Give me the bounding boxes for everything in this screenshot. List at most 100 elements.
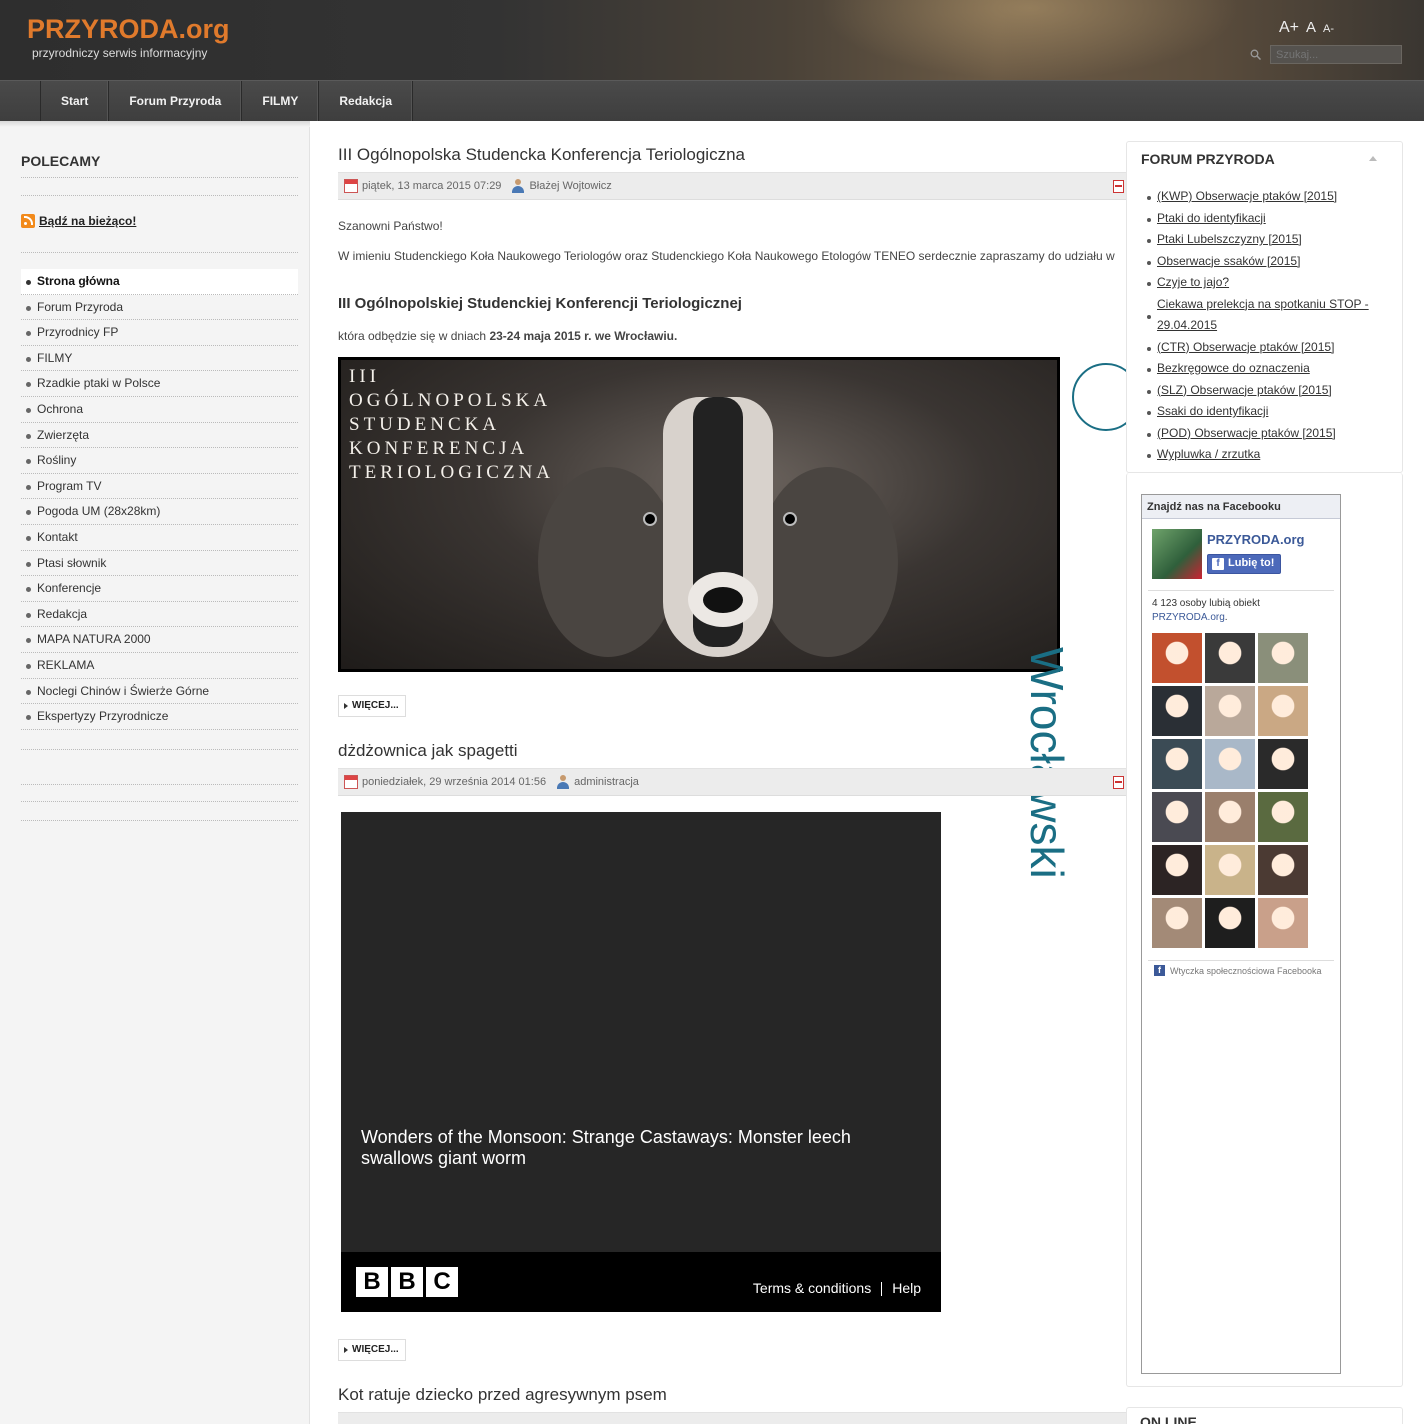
collapse-icon[interactable] [1369,156,1377,161]
sidebar-item-kontakt[interactable]: Kontakt [21,525,298,551]
forum-topic: Bezkręgowce do oznaczenia [1147,358,1387,380]
sidebar-item-program-tv[interactable]: Program TV [21,474,298,500]
fan-avatar[interactable] [1205,686,1255,736]
font-bigger-button[interactable]: A+ [1279,19,1299,37]
forum-topic-link[interactable]: Bezkręgowce do oznaczenia [1157,361,1310,375]
sidebar-item-ptasi-slownik[interactable]: Ptasi słownik [21,551,298,577]
article-meta: piątek, 13 marca 2015 07:29 Błażej Wojto… [338,172,1126,200]
article-date-bold: 23-24 maja 2015 r. we Wrocławiu. [489,329,678,343]
divider [21,177,298,178]
sidebar-item-filmy[interactable]: FILMY [21,346,298,372]
like-button[interactable]: Lubię to! [1207,554,1282,574]
font-reset-button[interactable]: A [1306,19,1316,36]
fan-avatar[interactable] [1205,898,1255,948]
fan-avatar[interactable] [1205,633,1255,683]
fan-avatar[interactable] [1205,792,1255,842]
pdf-icon[interactable] [1113,180,1124,193]
nav-item-filmy[interactable]: FILMY [242,81,320,121]
sidebar-item-zwierzeta[interactable]: Zwierzęta [21,423,298,449]
sidebar-item-rzadkie-ptaki[interactable]: Rzadkie ptaki w Polsce [21,371,298,397]
font-smaller-button[interactable]: A- [1323,23,1334,35]
forum-topic-link[interactable]: Ptaki do identyfikacji [1157,211,1266,225]
sidebar-item-pogoda[interactable]: Pogoda UM (28x28km) [21,499,298,525]
fan-avatar[interactable] [1258,686,1308,736]
article-meta [338,1412,1126,1424]
video-footer: B B C Terms & conditions Help [341,1252,941,1312]
facebook-plugin-note[interactable]: f Wtyczka społecznościowa Facebooka [1154,965,1322,976]
calendar-icon [344,179,358,193]
article-author: administracja [574,776,639,788]
help-link[interactable]: Help [892,1280,921,1296]
forum-topic-link[interactable]: Ptaki Lubelszczyzny [2015] [1157,232,1302,246]
fan-avatar[interactable] [1258,739,1308,789]
fan-avatar[interactable] [1152,898,1202,948]
sidebar-item-konferencje[interactable]: Konferencje [21,576,298,602]
page-thumbnail[interactable] [1152,529,1202,579]
pdf-icon[interactable] [1113,776,1124,789]
article-title[interactable]: dżdżownica jak spagetti [338,741,518,761]
fan-avatar[interactable] [1258,845,1308,895]
sidebar-item-redakcja[interactable]: Redakcja [21,602,298,628]
fan-avatar[interactable] [1205,739,1255,789]
fan-avatar[interactable] [1152,792,1202,842]
fan-avatar[interactable] [1258,792,1308,842]
sidebar-item-rosliny[interactable]: Rośliny [21,448,298,474]
sidebar-item-przyrodnicy-fp[interactable]: Przyrodnicy FP [21,320,298,346]
fan-avatar[interactable] [1258,633,1308,683]
fan-avatar[interactable] [1205,845,1255,895]
nav-item-forum[interactable]: Forum Przyroda [109,81,243,121]
calendar-icon [344,775,358,789]
sidebar-item-noclegi[interactable]: Noclegi Chinów i Świerże Górne [21,679,298,705]
terms-link[interactable]: Terms & conditions [753,1280,871,1296]
forum-topic-link[interactable]: Wypluwka / zrzutka [1157,447,1260,461]
article-title[interactable]: III Ogólnopolska Studencka Konferencja T… [338,145,745,165]
embedded-video[interactable]: Wonders of the Monsoon: Strange Castaway… [341,812,941,1312]
nav-item-start[interactable]: Start [41,81,110,121]
divider [21,801,298,802]
fan-avatar[interactable] [1152,686,1202,736]
university-seal-icon [1072,363,1126,431]
rss-link[interactable]: Bądź na bieżąco! [21,214,136,228]
likes-page-link[interactable]: PRZYRODA.org [1152,612,1225,623]
facebook-page-name[interactable]: PRZYRODA.org [1207,532,1305,547]
read-more-button[interactable]: WIĘCEJ... [338,695,406,717]
sidebar-item-natura-2000[interactable]: MAPA NATURA 2000 [21,627,298,653]
forum-topic-link[interactable]: (CTR) Obserwacje ptaków [2015] [1157,340,1334,354]
fan-avatar[interactable] [1152,739,1202,789]
fan-avatar[interactable] [1152,633,1202,683]
fan-avatar[interactable] [1258,898,1308,948]
sidebar-item-reklama[interactable]: REKLAMA [21,653,298,679]
likes-count: 4 123 osoby lubią obiekt PRZYRODA.org. [1152,598,1260,623]
bbc-logo: B B C [356,1267,461,1297]
facebook-header: Znajdź nas na Facebooku [1142,495,1340,519]
main-navigation: Start Forum Przyroda FILMY Redakcja [0,80,1424,121]
article-dates: która odbędzie się w dniach 23-24 maja 2… [338,328,1126,344]
read-more-button[interactable]: WIĘCEJ... [338,1339,406,1361]
plugin-label[interactable]: Wtyczka społecznościowa Facebooka [1170,966,1322,976]
article-date: poniedziałek, 29 września 2014 01:56 [362,776,547,788]
article-title[interactable]: Kot ratuje dziecko przed agresywnym psem [338,1385,667,1405]
rss-label[interactable]: Bądź na bieżąco! [39,214,136,228]
forum-topic-link[interactable]: (KWP) Obserwacje ptaków [2015] [1157,189,1337,203]
forum-topic: Wypluwka / zrzutka [1147,444,1387,466]
fan-avatar[interactable] [1152,845,1202,895]
forum-topic: (SLZ) Obserwacje ptaków [2015] [1147,380,1387,402]
sidebar-item-strona-glowna[interactable]: Strona główna [21,269,298,295]
sidebar-item-ochrona[interactable]: Ochrona [21,397,298,423]
sidebar-item-ekspertyzy[interactable]: Ekspertyzy Przyrodnicze [21,704,298,730]
forum-topic-link[interactable]: (POD) Obserwacje ptaków [2015] [1157,426,1336,440]
article-intro: W imieniu Studenckiego Koła Naukowego Te… [338,249,1115,263]
search-input[interactable] [1270,45,1402,64]
forum-topic-link[interactable]: (SLZ) Obserwacje ptaków [2015] [1157,383,1332,397]
university-logo: Wrocławski [1021,357,1126,879]
forum-topic-link[interactable]: Czyje to jajo? [1157,275,1229,289]
nav-item-redakcja[interactable]: Redakcja [319,81,414,121]
site-logo[interactable]: PRZYRODA.org [27,14,230,45]
forum-topic-link[interactable]: Obserwacje ssaków [2015] [1157,254,1300,268]
forum-topic-link[interactable]: Ciekawa prelekcja na spotkaniu STOP - 29… [1157,297,1369,333]
forum-topic: Czyje to jajo? [1147,272,1387,294]
forum-topic-link[interactable]: Ssaki do identyfikacji [1157,404,1268,418]
video-title[interactable]: Wonders of the Monsoon: Strange Castaway… [361,1127,901,1169]
divider [21,784,298,785]
sidebar-item-forum-przyroda[interactable]: Forum Przyroda [21,295,298,321]
